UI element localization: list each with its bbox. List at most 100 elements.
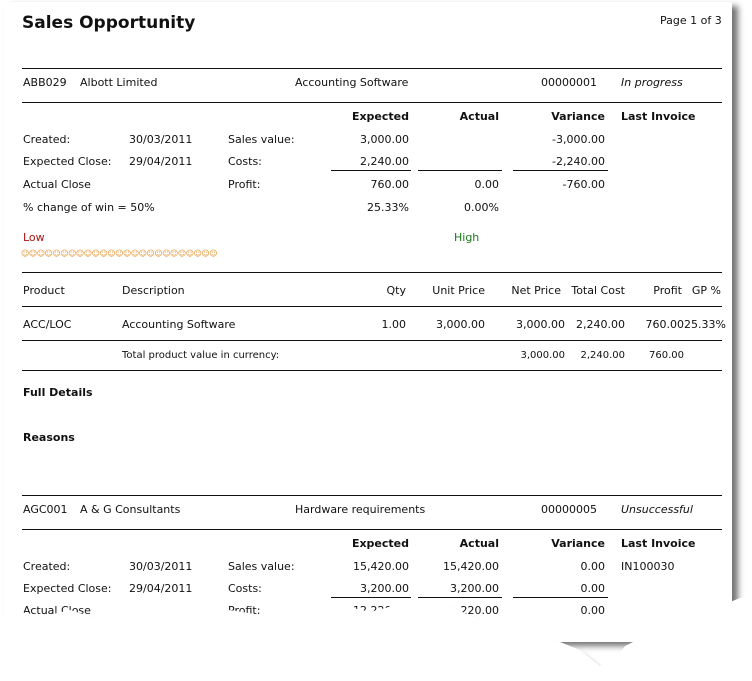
sales-label: Sales value: — [228, 560, 295, 573]
col-actual: Actual — [459, 110, 499, 123]
status-badge: In progress — [621, 76, 683, 89]
rating-smiley-icon: ☺ — [83, 249, 93, 258]
rating-smiley-icon: ☺ — [130, 249, 140, 258]
margin-actual: 0.00% — [464, 201, 499, 214]
costs-variance: 0.00 — [580, 582, 606, 595]
col-expected: Expected — [351, 110, 409, 123]
subtotal-line — [331, 170, 411, 171]
rating-smiley-icon: ☺ — [44, 249, 53, 258]
col-expected: Expected — [351, 537, 409, 550]
rating-smiley-icon: ☺ — [201, 249, 210, 258]
divider — [22, 68, 722, 69]
sales-actual: 15,420.00 — [443, 560, 499, 573]
sales-expected: 3,000.00 — [360, 133, 409, 146]
opportunity-number: 00000005 — [541, 503, 597, 516]
full-details-heading: Full Details — [23, 386, 93, 399]
product-profit: 760.00 — [645, 318, 685, 331]
last-invoice: IN100030 — [621, 560, 675, 573]
total-cost: 2,240.00 — [580, 350, 625, 361]
report-title: Sales Opportunity — [22, 13, 196, 33]
product-total-cost: 2,240.00 — [576, 318, 625, 331]
product-unit-price: 3,000.00 — [436, 318, 485, 331]
account-code: AGC001 — [23, 503, 68, 516]
sales-expected: 15,420.00 — [353, 560, 409, 573]
rating-smiley-icon: ☺ — [170, 249, 179, 258]
rating-smiley-icon: ☺ — [209, 249, 218, 258]
col-gp: GP % — [691, 284, 721, 297]
profit-expected: 760.00 — [370, 178, 410, 191]
costs-label: Costs: — [228, 582, 262, 595]
expected-close-label: Expected Close: — [23, 582, 112, 595]
product-net-price: 3,000.00 — [516, 318, 565, 331]
account-name: A & G Consultants — [80, 503, 181, 516]
divider — [22, 495, 722, 496]
divider — [22, 102, 722, 103]
profit-actual: 0.00 — [474, 178, 500, 191]
rating-smiley-icon: ☺ — [146, 249, 155, 258]
divider — [22, 340, 722, 341]
actual-close-label: Actual Close — [23, 178, 91, 191]
col-description: Description — [122, 284, 185, 297]
total-label: Total product value in currency: — [122, 350, 280, 361]
col-variance: Variance — [551, 110, 605, 123]
rating-smiley-icon: ☺ — [91, 249, 100, 258]
total-profit: 760.00 — [649, 350, 684, 361]
created-date: 30/03/2011 — [129, 133, 193, 146]
rating-smiley-icon: ☺ — [193, 249, 202, 258]
rating-bar-icons: ☺☺☺☺☺☺☺☺☺☺☺☺☺☺☺☺☺☺☺☺☺☺☺☺☺ — [21, 249, 218, 258]
reasons-heading: Reasons — [23, 431, 75, 444]
expected-close-label: Expected Close: — [23, 155, 112, 168]
page-indicator: Page 1 of 3 — [660, 14, 722, 27]
product-description: Accounting Software — [122, 318, 236, 331]
sales-variance: -3,000.00 — [552, 133, 605, 146]
created-label: Created: — [23, 560, 71, 573]
rating-smiley-icon: ☺ — [138, 249, 147, 258]
rating-smiley-icon: ☺ — [52, 249, 61, 258]
profit-variance: -760.00 — [562, 178, 605, 191]
rating-smiley-icon: ☺ — [68, 249, 77, 258]
col-actual: Actual — [459, 537, 499, 550]
created-date: 30/03/2011 — [129, 560, 193, 573]
sales-label: Sales value: — [228, 133, 295, 146]
win-chance: % change of win = 50% — [23, 201, 155, 214]
status-badge: Unsuccessful — [621, 503, 693, 516]
col-qty: Qty — [386, 284, 406, 297]
account-name: Albott Limited — [80, 76, 158, 89]
torn-edge-decoration — [0, 598, 752, 681]
col-profit: Profit — [653, 284, 682, 297]
rating-smiley-icon: ☺ — [154, 249, 163, 258]
rating-smiley-icon: ☺ — [60, 249, 69, 258]
opportunity-description: Accounting Software — [295, 76, 409, 89]
rating-low-label: Low — [23, 231, 45, 244]
col-product: Product — [23, 284, 65, 297]
col-unit-price: Unit Price — [432, 284, 485, 297]
rating-smiley-icon: ☺ — [28, 249, 38, 258]
rating-smiley-icon: ☺ — [115, 249, 124, 258]
divider — [22, 272, 722, 273]
rating-smiley-icon: ☺ — [185, 249, 195, 258]
rating-smiley-icon: ☺ — [99, 249, 108, 258]
rating-smiley-icon: ☺ — [36, 249, 46, 258]
rating-smiley-icon: ☺ — [107, 249, 116, 258]
costs-variance: -2,240.00 — [552, 155, 605, 168]
col-variance: Variance — [551, 537, 605, 550]
costs-expected: 3,200.00 — [360, 582, 409, 595]
opportunity-number: 00000001 — [541, 76, 597, 89]
subtotal-line — [513, 170, 608, 171]
rating-smiley-icon: ☺ — [75, 249, 85, 258]
expected-close-date: 29/04/2011 — [129, 155, 193, 168]
rating-smiley-icon: ☺ — [177, 249, 187, 258]
col-net-price: Net Price — [511, 284, 561, 297]
rating-smiley-icon: ☺ — [162, 249, 171, 258]
costs-expected: 2,240.00 — [360, 155, 409, 168]
rating-smiley-icon: ☺ — [122, 249, 132, 258]
account-code: ABB029 — [23, 76, 67, 89]
product-qty: 1.00 — [381, 318, 407, 331]
created-label: Created: — [23, 133, 71, 146]
subtotal-line — [418, 170, 502, 171]
product-gp: 25.33% — [684, 318, 726, 331]
divider — [22, 529, 722, 530]
costs-actual: 3,200.00 — [450, 582, 499, 595]
col-last-invoice: Last Invoice — [621, 537, 696, 550]
divider — [22, 306, 722, 307]
